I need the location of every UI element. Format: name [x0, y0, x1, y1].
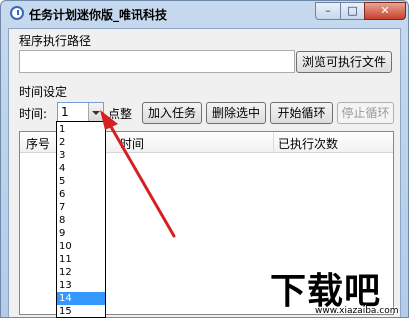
stop-loop-button[interactable]: 停止循环	[337, 102, 394, 124]
dropdown-option[interactable]: 10	[57, 240, 105, 253]
dropdown-option[interactable]: 15	[57, 305, 105, 317]
time-section-label: 时间设定	[19, 85, 68, 99]
path-section-label: 程序执行路径	[19, 34, 92, 48]
title-bar[interactable]: 任务计划迷你版_唯讯科技 – □ ✕	[1, 1, 408, 28]
column-header-time[interactable]: 时间	[120, 135, 144, 152]
dropdown-option[interactable]: 13	[57, 279, 105, 292]
add-task-button[interactable]: 加入任务	[142, 102, 202, 124]
dropdown-option-selected[interactable]: 14	[57, 292, 105, 305]
dropdown-option[interactable]: 2	[57, 136, 105, 149]
delete-selected-button[interactable]: 删除选中	[206, 102, 266, 124]
dropdown-option[interactable]: 4	[57, 162, 105, 175]
hour-dropdown-list[interactable]: 1 2 3 4 5 6 7 8 9 10 11 12 13 14 15	[56, 121, 106, 318]
dropdown-option[interactable]: 1	[57, 123, 105, 136]
start-loop-button[interactable]: 开始循环	[270, 102, 333, 124]
watermark-url: www.xiazaiba.com	[315, 306, 399, 316]
chevron-down-icon[interactable]	[88, 103, 103, 122]
dropdown-option[interactable]: 12	[57, 266, 105, 279]
maximize-button[interactable]: □	[340, 2, 365, 20]
close-button[interactable]: ✕	[364, 2, 406, 20]
column-divider	[273, 132, 274, 152]
dropdown-option[interactable]: 6	[57, 188, 105, 201]
dropdown-option[interactable]: 7	[57, 201, 105, 214]
dropdown-option[interactable]: 9	[57, 227, 105, 240]
dropdown-option[interactable]: 3	[57, 149, 105, 162]
hour-select[interactable]: 1	[57, 102, 104, 123]
dropdown-option[interactable]: 8	[57, 214, 105, 227]
hour-unit-label: 点整	[108, 107, 133, 121]
dropdown-option[interactable]: 11	[57, 253, 105, 266]
minimize-button[interactable]: –	[315, 2, 341, 20]
dropdown-option[interactable]: 5	[57, 175, 105, 188]
time-label: 时间:	[19, 107, 48, 121]
executable-path-input[interactable]	[19, 50, 295, 73]
watermark: 下载吧 www.xiazaiba.com	[270, 262, 409, 318]
column-header-executed-count[interactable]: 已执行次数	[278, 135, 338, 152]
window-title: 任务计划迷你版_唯讯科技	[29, 8, 168, 22]
clock-icon	[10, 6, 24, 20]
browse-button[interactable]: 浏览可执行文件	[296, 51, 392, 73]
hour-select-value: 1	[61, 105, 69, 119]
column-header-index[interactable]: 序号	[26, 135, 50, 152]
